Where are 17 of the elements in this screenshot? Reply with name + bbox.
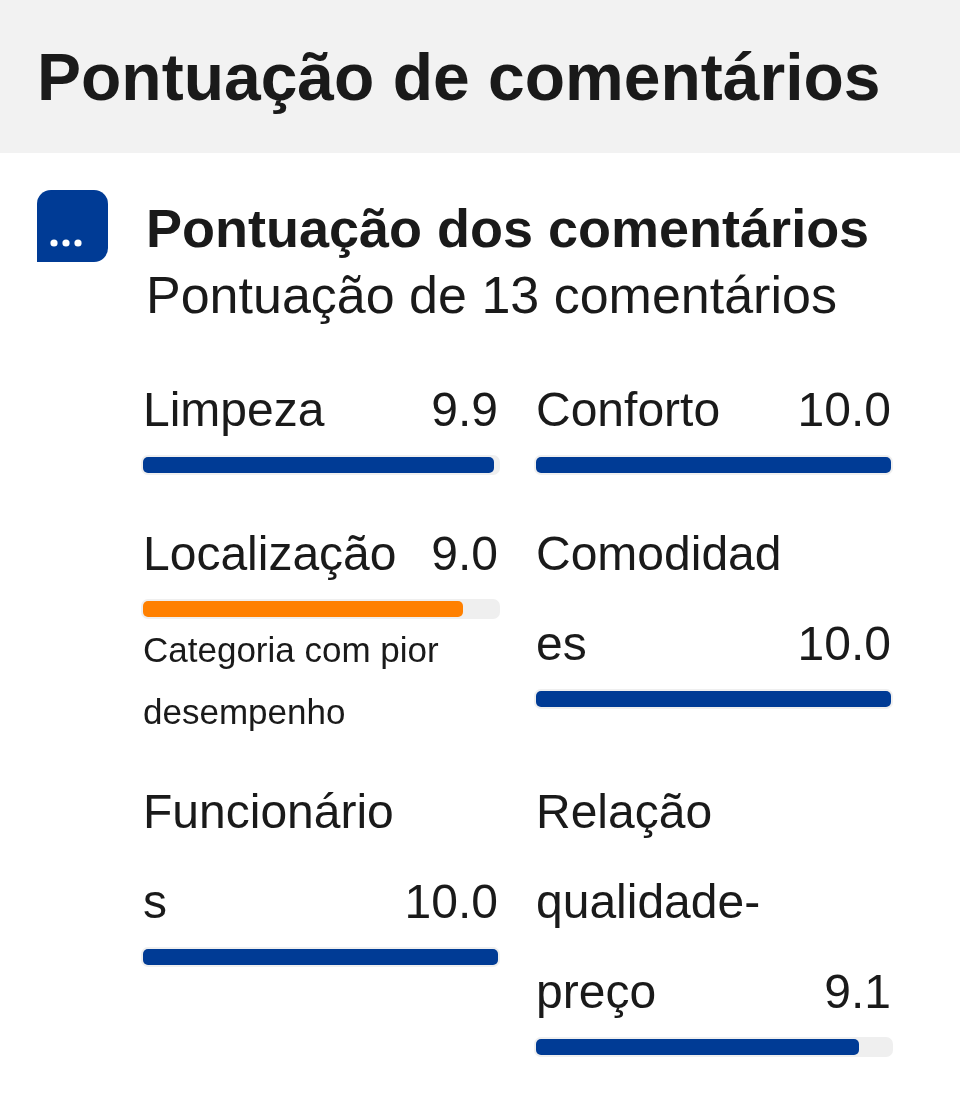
category-label: Funcionários — [143, 784, 395, 930]
summary-subtitle: Pontuação de 13 comentários — [146, 265, 838, 326]
category-score: 9.0 — [431, 526, 498, 582]
category-label: Localização — [143, 526, 398, 582]
page-title: Pontuação de comentários — [37, 38, 881, 116]
category-label: Comodidades — [536, 526, 783, 672]
category-note: Categoria com pior desempenho — [143, 629, 440, 733]
category-label: Limpeza — [143, 382, 326, 438]
chat-bubble-icon — [37, 190, 108, 262]
category-score: 9.9 — [431, 382, 498, 438]
summary-title: Pontuação dos comentários — [146, 197, 870, 260]
category-score: 10.0 — [797, 616, 891, 672]
category-label: Relação qualidade-preço — [536, 784, 762, 1020]
category-score: 10.0 — [404, 874, 498, 930]
category-label: Conforto — [536, 382, 722, 438]
category-score: 9.1 — [824, 964, 891, 1020]
category-score: 10.0 — [797, 382, 891, 438]
